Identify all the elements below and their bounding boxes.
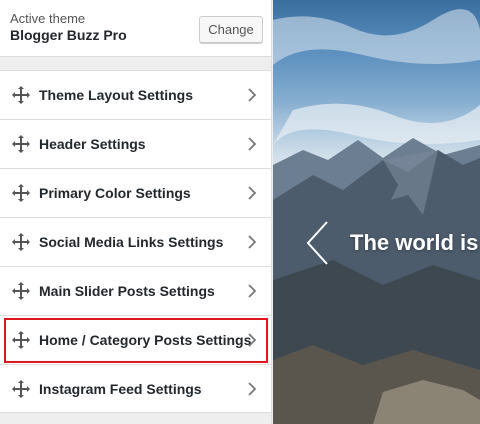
chevron-right-icon (248, 88, 257, 102)
move-icon (12, 379, 30, 398)
chevron-right-icon (248, 333, 257, 347)
section-social-media-links[interactable]: Social Media Links Settings (0, 217, 271, 266)
slider-prev-arrow-icon[interactable] (305, 220, 331, 266)
change-theme-button[interactable]: Change (199, 16, 263, 43)
section-header[interactable]: Header Settings (0, 119, 271, 168)
chevron-right-icon (248, 186, 257, 200)
slider-hero-title: The world is (350, 230, 479, 255)
active-theme-name: Blogger Buzz Pro (10, 27, 127, 43)
move-icon (12, 282, 30, 300)
section-label: Instagram Feed Settings (39, 380, 202, 397)
section-home-category-posts[interactable]: Home / Category Posts Settings (0, 315, 271, 364)
mountain-landscape-image (273, 9, 480, 424)
move-icon (12, 135, 30, 153)
section-label: Social Media Links Settings (39, 234, 224, 250)
section-label: Theme Layout Settings (39, 87, 194, 103)
section-main-slider-posts[interactable]: Main Slider Posts Settings (0, 266, 271, 315)
active-theme-label: Active theme (10, 11, 86, 26)
move-icon (12, 233, 30, 251)
customizer-sections: Theme Layout Settings Header Settings Pr… (0, 70, 271, 413)
move-icon (12, 331, 30, 349)
section-label: Home / Category Posts Settings (39, 332, 252, 348)
section-primary-color[interactable]: Primary Color Settings (0, 168, 271, 217)
move-icon (12, 184, 30, 202)
chevron-right-icon (248, 381, 257, 396)
site-preview: The world is (273, 0, 480, 424)
section-label: Main Slider Posts Settings (39, 283, 215, 299)
section-label: Header Settings (39, 136, 146, 152)
section-theme-layout[interactable]: Theme Layout Settings (0, 70, 271, 119)
section-label: Primary Color Settings (39, 185, 191, 201)
active-theme-header: Active theme Blogger Buzz Pro Change (0, 0, 271, 57)
section-instagram-feed[interactable]: Instagram Feed Settings (0, 364, 271, 413)
chevron-right-icon (248, 284, 257, 298)
move-icon (12, 86, 30, 104)
chevron-right-icon (248, 137, 257, 151)
chevron-right-icon (248, 235, 257, 249)
customizer-panel: Active theme Blogger Buzz Pro Change The… (0, 0, 272, 424)
